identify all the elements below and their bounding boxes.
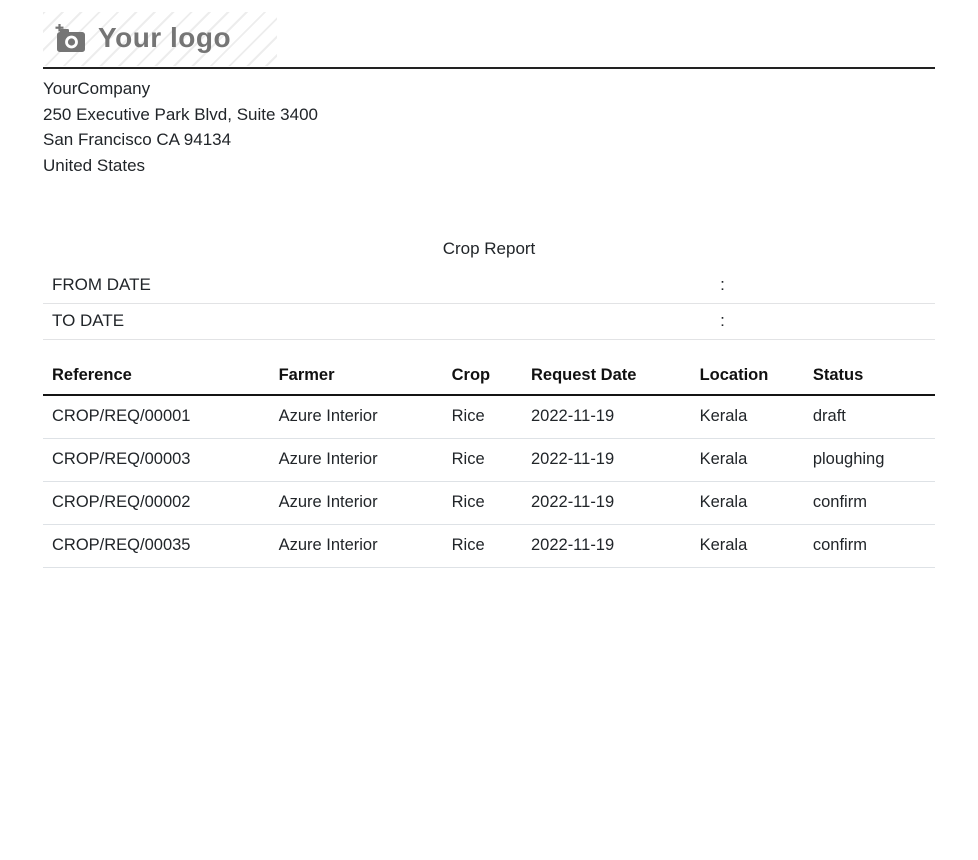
table-row: CROP/REQ/00001 Azure Interior Rice 2022-… [43,395,935,439]
header-divider [43,67,935,69]
filter-value [836,303,935,340]
column-header-location: Location [690,357,804,396]
crop-request-table: Reference Farmer Crop Request Date Locat… [43,357,935,568]
column-header-status: Status [803,357,935,396]
cell-status: confirm [803,481,935,525]
cell-crop: Rice [442,524,522,568]
filter-separator: : [711,303,837,340]
cell-location: Kerala [690,481,804,525]
filter-value [836,268,935,304]
table-row: CROP/REQ/00035 Azure Interior Rice 2022-… [43,524,935,568]
cell-request-date: 2022-11-19 [521,481,691,525]
crop-report-page: Your logo YourCompany 250 Executive Park… [0,0,978,568]
cell-farmer: Azure Interior [269,438,443,482]
column-header-crop: Crop [442,357,522,396]
filter-row-from-date: FROM DATE : [43,268,935,304]
cell-request-date: 2022-11-19 [521,524,691,568]
filter-label: TO DATE [43,303,712,340]
logo-placeholder-text: Your logo [98,22,232,53]
address-line-city: San Francisco CA 94134 [43,130,232,149]
cell-request-date: 2022-11-19 [521,395,691,439]
cell-crop: Rice [442,395,522,439]
date-filter-table: FROM DATE : TO DATE : [43,268,935,340]
cell-status: confirm [803,524,935,568]
cell-status: ploughing [803,438,935,482]
address-line-street: 250 Executive Park Blvd, Suite 3400 [43,104,318,124]
cell-status: draft [803,395,935,439]
report-header: Your logo YourCompany 250 Executive Park… [43,12,935,178]
company-name: YourCompany [43,79,151,98]
cell-farmer: Azure Interior [269,524,443,568]
cell-reference: CROP/REQ/00035 [43,524,270,568]
cell-location: Kerala [690,438,804,482]
filter-row-to-date: TO DATE : [43,303,935,340]
table-header: Reference Farmer Crop Request Date Locat… [43,357,935,396]
cell-location: Kerala [690,524,804,568]
cell-reference: CROP/REQ/00002 [43,481,270,525]
cell-request-date: 2022-11-19 [521,438,691,482]
filter-label: FROM DATE [43,268,712,304]
column-header-request-date: Request Date [521,357,691,396]
cell-farmer: Azure Interior [269,395,443,439]
column-header-farmer: Farmer [269,357,443,396]
cell-location: Kerala [690,395,804,439]
address-line-country: United States [43,155,146,175]
cell-crop: Rice [442,481,522,525]
company-address: YourCompany 250 Executive Park Blvd, Sui… [43,76,935,178]
report-title: Crop Report [442,239,536,258]
cell-reference: CROP/REQ/00001 [43,395,270,439]
company-logo: Your logo [43,12,278,66]
cell-farmer: Azure Interior [269,481,443,525]
column-header-reference: Reference [43,357,270,396]
table-header-row: Reference Farmer Crop Request Date Locat… [43,357,935,396]
table-row: CROP/REQ/00003 Azure Interior Rice 2022-… [43,438,935,482]
filter-separator: : [711,268,837,304]
table-row: CROP/REQ/00002 Azure Interior Rice 2022-… [43,481,935,525]
cell-reference: CROP/REQ/00003 [43,438,270,482]
table-body: CROP/REQ/00001 Azure Interior Rice 2022-… [43,395,935,568]
cell-crop: Rice [442,438,522,482]
camera-plus-icon [55,23,87,53]
